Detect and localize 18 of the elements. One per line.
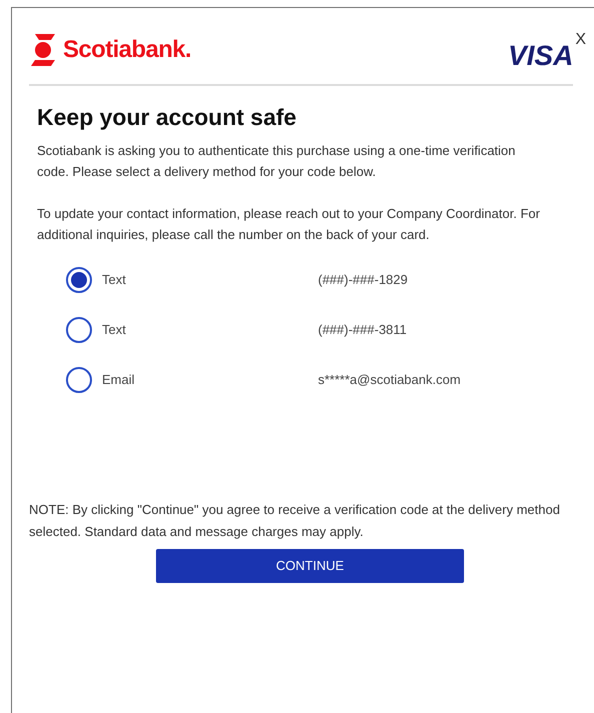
radio-button[interactable]: [66, 366, 92, 393]
intro-text: Scotiabank is asking you to authenticate this purchase using a one-time verification code. Please select a delivery method for your code below.: [37, 142, 516, 181]
close-button[interactable]: X: [575, 32, 586, 48]
option-label: Text: [102, 271, 127, 289]
note-text: NOTE: By clicking "Continue" you agree to receive a verification code at the delivery method selected. Standard data and message charges may apply.: [29, 500, 561, 541]
option-label: Text: [102, 321, 127, 339]
card-logo: VISA: [508, 42, 574, 70]
option-label: Email: [102, 371, 136, 389]
continue-button[interactable]: CONTINUE: [156, 548, 464, 583]
logo-icon: [29, 32, 57, 68]
option-value: (###)-###-3811: [318, 321, 407, 339]
option-value: (###)-###-1829: [318, 271, 408, 289]
bank-logo: Scotiabank.: [63, 35, 192, 65]
option-value: s*****a@scotiabank.com: [318, 371, 461, 389]
radio-button[interactable]: [66, 316, 92, 343]
contact-text: To update your contact information, please reach out to your Company Coordinator. For additional inquiries, please call the number on the back of your card.: [37, 204, 541, 244]
page-title: Keep your account safe: [37, 103, 298, 132]
radio-button[interactable]: [66, 266, 92, 293]
